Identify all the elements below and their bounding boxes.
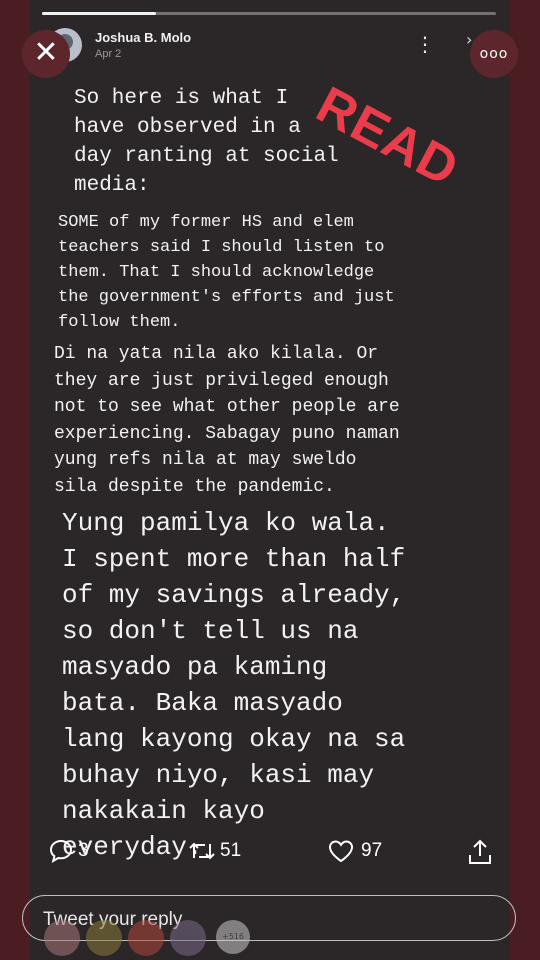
heart-icon bbox=[328, 840, 354, 863]
tweet-actions: 3 51 97 bbox=[0, 838, 540, 872]
reactors-row: +516 bbox=[44, 920, 250, 956]
reply-action[interactable]: 3 bbox=[48, 838, 89, 864]
post-date: Apr 2 bbox=[95, 48, 122, 60]
comment-icon bbox=[49, 839, 73, 864]
kebab-menu-icon[interactable]: ⋮ bbox=[415, 34, 435, 58]
close-icon: ✕ bbox=[33, 35, 59, 70]
reactor-avatar bbox=[44, 920, 80, 956]
story-progress-fill bbox=[42, 12, 156, 15]
paragraph-savings: Yung pamilya ko wala. I spent more than … bbox=[62, 508, 406, 862]
retweet-action[interactable]: 51 bbox=[188, 838, 241, 864]
more-reactors-badge: +516 bbox=[216, 920, 250, 954]
reactor-avatar bbox=[86, 920, 122, 956]
reactor-avatar bbox=[128, 920, 164, 956]
reactor-avatar bbox=[170, 920, 206, 956]
retweet-count: 51 bbox=[220, 840, 242, 861]
author-name[interactable]: Joshua B. Molo bbox=[95, 30, 191, 45]
close-button[interactable]: ✕ bbox=[22, 30, 70, 78]
retweet-icon bbox=[189, 842, 215, 860]
reply-count: 3 bbox=[78, 840, 89, 861]
like-action[interactable]: 97 bbox=[327, 838, 382, 864]
paragraph-intro: So here is what I have observed in a day… bbox=[74, 87, 339, 197]
like-count: 97 bbox=[361, 840, 383, 861]
more-options-icon: ooo bbox=[479, 46, 509, 62]
paragraph-teachers: SOME of my former HS and elem teachers s… bbox=[58, 213, 395, 332]
story-progress-bar bbox=[42, 12, 496, 15]
paragraph-privileged: Di na yata nila ako kilala. Or they are … bbox=[54, 344, 400, 497]
more-options-button[interactable]: ooo bbox=[470, 30, 518, 78]
share-action[interactable] bbox=[466, 838, 494, 866]
share-icon bbox=[469, 839, 491, 864]
